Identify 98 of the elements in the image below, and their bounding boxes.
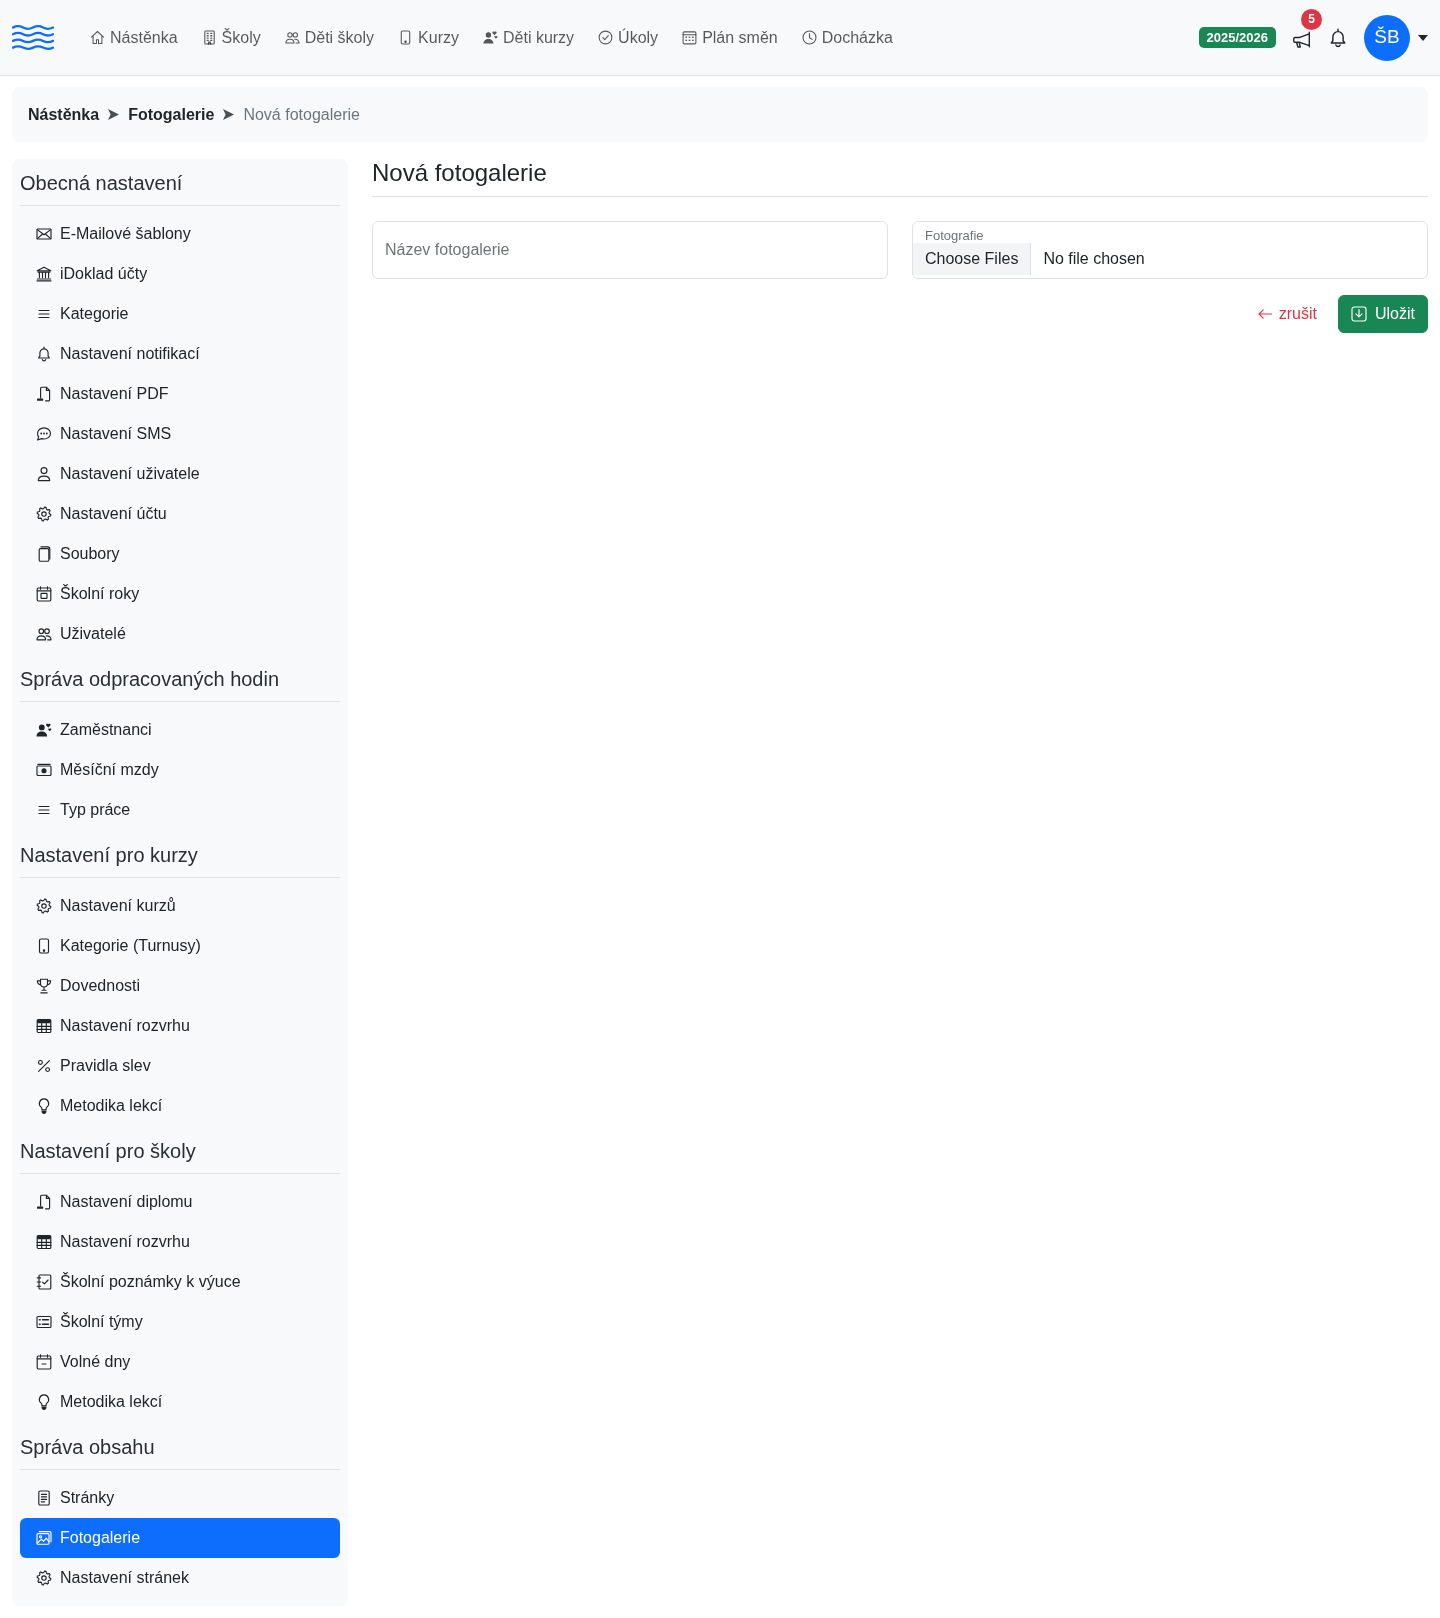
waves-logo[interactable] <box>12 24 54 51</box>
sidebar-item[interactable]: Školní poznámky k výuce <box>20 1262 340 1302</box>
sidebar-item[interactable]: Nastavení rozvrhu <box>20 1006 340 1046</box>
clock-icon <box>801 30 817 45</box>
breadcrumb-link[interactable]: Nástěnka <box>28 102 100 127</box>
file-status-text: No file chosen <box>1043 249 1145 269</box>
breadcrumb-current: Nová fotogalerie <box>243 104 360 125</box>
bell-icon <box>36 346 52 362</box>
user-avatar[interactable]: ŠB <box>1364 14 1410 61</box>
sidebar-item[interactable]: Kategorie <box>20 294 340 334</box>
people-icon <box>36 626 52 642</box>
lightbulb-icon <box>36 1394 52 1410</box>
section-heading: Nastavení pro školy <box>20 1139 197 1163</box>
sidebar-item[interactable]: Měsíční mzdy <box>20 750 340 790</box>
card-list-icon <box>36 1314 52 1330</box>
nav-link[interactable]: Úkoly <box>586 17 671 58</box>
sidebar-item[interactable]: Nastavení SMS <box>20 414 340 454</box>
sidebar-item[interactable]: Nastavení PDF <box>20 374 340 414</box>
breadcrumb-link[interactable]: Fotogalerie <box>128 102 215 127</box>
home-icon <box>90 30 105 45</box>
calendar-icon <box>36 586 52 602</box>
choose-files-button[interactable]: Choose Files <box>913 243 1032 275</box>
percent-icon <box>36 1058 52 1074</box>
nav-link[interactable]: Děti kurzy <box>471 17 587 58</box>
arrowhead-icon <box>108 109 120 120</box>
sidebar-item[interactable]: Nastavení diplomu <box>20 1182 340 1222</box>
chat-bubble-icon <box>36 426 52 442</box>
document-icon <box>36 1194 52 1210</box>
sidebar-item[interactable]: Fotogalerie <box>20 1518 340 1558</box>
sidebar-item[interactable]: Školní týmy <box>20 1302 340 1342</box>
person-hearts-icon <box>483 30 498 45</box>
gear-icon <box>36 898 52 914</box>
download-icon <box>1351 306 1367 322</box>
nav-link[interactable]: Děti školy <box>272 17 387 58</box>
person-icon <box>36 466 52 482</box>
sidebar-item[interactable]: Nastavení notifikací <box>20 334 340 374</box>
table-icon <box>36 1018 52 1034</box>
envelope-icon <box>36 226 52 242</box>
nav-link[interactable]: Nástěnka <box>78 17 190 58</box>
sidebar-item[interactable]: Stránky <box>20 1478 340 1518</box>
lightbulb-icon <box>36 1098 52 1114</box>
cash-icon <box>36 762 52 778</box>
arrowhead-icon <box>223 109 235 120</box>
tablet-icon <box>36 938 52 954</box>
calendar-minus-icon <box>36 1354 52 1370</box>
nav-link[interactable]: Plán směn <box>670 17 790 58</box>
sidebar-item[interactable]: Dovednosti <box>20 966 340 1006</box>
calendar-icon <box>682 30 698 45</box>
bank-icon <box>36 266 52 282</box>
table-icon <box>36 1234 52 1250</box>
gear-icon <box>36 1570 52 1586</box>
section-heading: Obecná nastavení <box>20 171 184 195</box>
sidebar-item[interactable]: Soubory <box>20 534 340 574</box>
section-heading: Správa odpracovaných hodin <box>20 667 281 691</box>
sidebar-item[interactable]: Nastavení účtu <box>20 494 340 534</box>
sidebar-item[interactable]: Nastavení rozvrhu <box>20 1222 340 1262</box>
sidebar-item[interactable]: iDoklad účty <box>20 254 340 294</box>
text-field[interactable]: Název fotogalerie <box>372 221 888 279</box>
section-heading: Správa obsahu <box>20 1435 156 1459</box>
cancel-link[interactable]: zrušit <box>1256 302 1317 326</box>
arrow-left-icon <box>1256 306 1273 322</box>
sidebar-item[interactable]: Pravidla slev <box>20 1046 340 1086</box>
caret-icon[interactable] <box>1418 34 1428 41</box>
sidebar-item[interactable]: Nastavení stránek <box>20 1558 340 1598</box>
count-badge: 5 <box>1301 8 1322 30</box>
file-upload-field[interactable]: Fotografie Choose Files No file chosen <box>912 221 1428 279</box>
gear-icon <box>36 506 52 522</box>
person-hearts-icon <box>36 722 52 738</box>
field-label: Fotografie <box>924 229 984 243</box>
sidebar-item[interactable]: Školní roky <box>20 574 340 614</box>
sidebar-item[interactable]: Nastavení uživatele <box>20 454 340 494</box>
sidebar-item[interactable]: Nastavení kurzů <box>20 886 340 926</box>
nav-link[interactable]: Školy <box>189 17 273 58</box>
trophy-icon <box>36 978 52 994</box>
people-icon <box>284 30 300 45</box>
sidebar-item[interactable]: Zaměstnanci <box>20 710 340 750</box>
files-icon <box>36 546 52 562</box>
building-icon <box>201 30 217 45</box>
nav-link[interactable]: Kurzy <box>386 17 471 58</box>
sidebar-item[interactable]: Metodika lekcí <box>20 1382 340 1422</box>
school-year-badge: 2025/2026 <box>1198 27 1276 48</box>
sidebar-item[interactable]: Typ práce <box>20 790 340 830</box>
sidebar-item[interactable]: Kategorie (Turnusy) <box>20 926 340 966</box>
document-icon <box>36 386 52 402</box>
megaphone-icon[interactable] <box>1292 30 1312 48</box>
images-icon <box>36 1530 52 1546</box>
nav-link[interactable]: Docházka <box>789 17 905 58</box>
sidebar-item[interactable]: Metodika lekcí <box>20 1086 340 1126</box>
bell-icon[interactable] <box>1328 27 1348 48</box>
page-title: Nová fotogalerie <box>372 159 548 187</box>
sidebar-item[interactable]: Volné dny <box>20 1342 340 1382</box>
save-button[interactable]: Uložit <box>1338 295 1428 333</box>
sidebar-item[interactable]: E-Mailové šablony <box>20 214 340 254</box>
checklist-icon <box>36 1274 52 1290</box>
text-page-icon <box>36 1490 52 1506</box>
section-heading: Nastavení pro kurzy <box>20 843 199 867</box>
check-circle-icon <box>598 30 614 45</box>
sidebar-item[interactable]: Uživatelé <box>20 614 340 654</box>
